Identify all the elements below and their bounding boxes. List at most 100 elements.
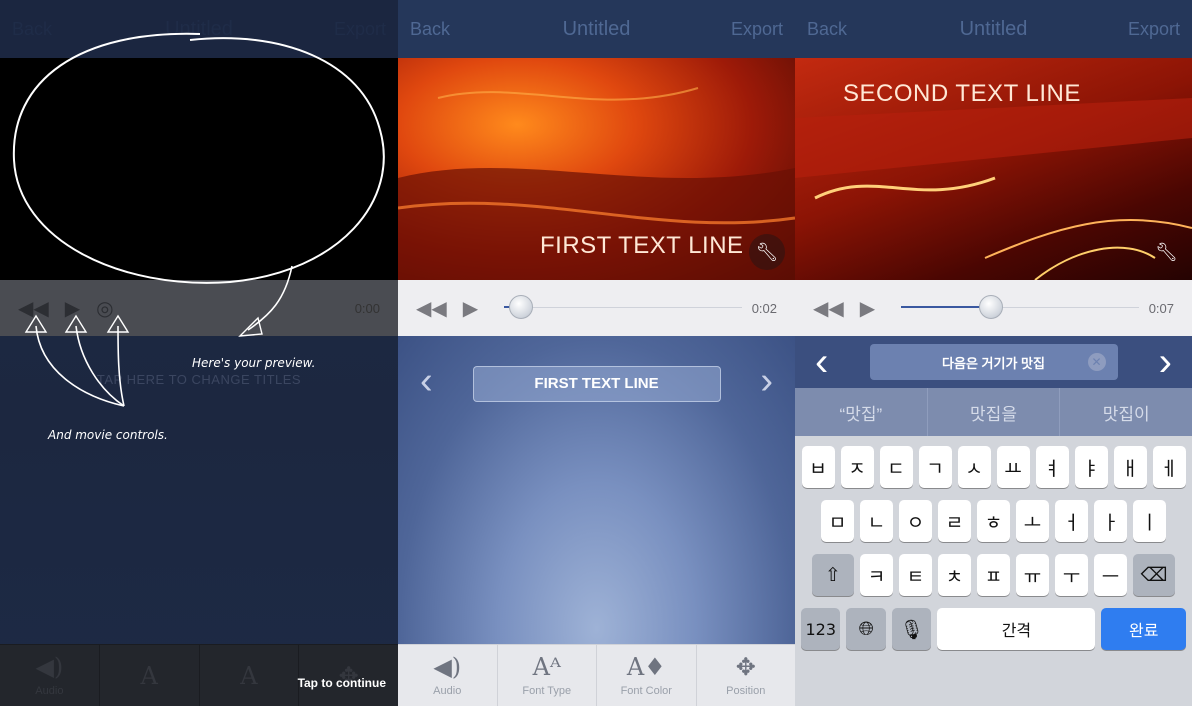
- key[interactable]: ㅋ: [860, 554, 893, 596]
- key[interactable]: ㄴ: [860, 500, 893, 542]
- tutorial-sketch: [12, 32, 385, 407]
- font-type-icon: A: [140, 661, 158, 690]
- speaker-icon: ◀): [35, 652, 64, 681]
- position-tool[interactable]: ✥ Position: [697, 645, 796, 706]
- preview-circle: [12, 32, 385, 284]
- tool-label: Audio: [35, 684, 64, 697]
- font-type-icon: Aᴬ: [532, 652, 561, 681]
- overlay-title[interactable]: FIRST TEXT LINE: [540, 232, 744, 260]
- nav-bar: Back Untitled Export: [795, 0, 1192, 58]
- movie-controls: ◀◀ ▶ 0:02: [398, 280, 795, 336]
- video-preview[interactable]: FIRST TEXT LINE 🔧︎: [398, 58, 795, 280]
- play-icon[interactable]: ▶: [860, 296, 875, 321]
- wrench-icon[interactable]: 🔧︎: [1155, 242, 1178, 263]
- shift-key[interactable]: ⇧: [812, 554, 854, 596]
- chevron-left-icon[interactable]: ‹: [420, 360, 433, 403]
- title-selector: ‹ FIRST TEXT LINE ›: [398, 360, 795, 402]
- scrub-bar[interactable]: [901, 295, 1139, 319]
- key-row-1: ㅂ ㅈ ㄷ ㄱ ㅅ ㅛ ㅕ ㅑ ㅐ ㅔ: [798, 446, 1189, 488]
- key[interactable]: ㅏ: [1094, 500, 1127, 542]
- back-button[interactable]: Back: [410, 19, 450, 40]
- space-key[interactable]: 간격: [937, 608, 1096, 650]
- speaker-icon: ◀): [433, 652, 462, 681]
- numbers-key[interactable]: 123: [801, 608, 841, 650]
- suggestion-item[interactable]: 맛집을: [928, 388, 1061, 436]
- key[interactable]: ㅗ: [1016, 500, 1049, 542]
- chevron-right-icon[interactable]: ›: [760, 360, 773, 403]
- key[interactable]: ㅕ: [1035, 446, 1069, 488]
- controls-arrow-2: [75, 325, 125, 407]
- font-color-tool[interactable]: A♦ Font Color: [597, 645, 697, 706]
- tutorial-panel: Back Untitled Export ◀◀ ▶ ◎ 0:00 TAP HER…: [0, 0, 398, 706]
- tool-label: Position: [726, 684, 766, 697]
- key[interactable]: ㄱ: [918, 446, 952, 488]
- video-preview[interactable]: SECOND TEXT LINE 🔧︎: [795, 58, 1192, 280]
- done-key[interactable]: 완료: [1101, 608, 1186, 650]
- rewind-icon[interactable]: ◀◀: [813, 296, 844, 321]
- key[interactable]: ㅇ: [899, 500, 932, 542]
- chevron-right-icon[interactable]: ›: [1159, 340, 1172, 385]
- title-field[interactable]: FIRST TEXT LINE: [472, 366, 721, 402]
- key-row-3: ⇧ ㅋ ㅌ ㅊ ㅍ ㅠ ㅜ ㅡ ⌫: [798, 554, 1189, 596]
- scrub-bar[interactable]: [504, 295, 742, 319]
- key[interactable]: ㅌ: [899, 554, 932, 596]
- title-edit-bar: ‹ 다음은 거기가 맛집 ✕ ›: [795, 336, 1192, 388]
- suggestion-bar: “맛집” 맛집을 맛집이: [795, 388, 1192, 436]
- key[interactable]: ㅠ: [1016, 554, 1049, 596]
- nav-bar: Back Untitled Export: [398, 0, 795, 58]
- globe-icon: 🌐︎: [858, 618, 874, 640]
- key[interactable]: ㅁ: [821, 500, 854, 542]
- controls-annotation: And movie controls.: [48, 428, 168, 442]
- clear-icon[interactable]: ✕: [1087, 353, 1106, 371]
- tool-bar: ◀) Audio Aᴬ Font Type A♦ Font Color ✥ Po…: [398, 644, 795, 706]
- key[interactable]: ㅐ: [1113, 446, 1147, 488]
- title-input[interactable]: 다음은 거기가 맛집 ✕: [869, 344, 1118, 380]
- key[interactable]: ㅓ: [1055, 500, 1088, 542]
- suggestion-item[interactable]: 맛집이: [1060, 388, 1192, 436]
- font-type-tool[interactable]: Aᴬ Font Type: [498, 645, 597, 706]
- globe-key[interactable]: 🌐︎: [846, 608, 886, 650]
- position-icon: ✥: [735, 652, 756, 681]
- backspace-icon: ⌫: [1140, 564, 1168, 586]
- dictation-key[interactable]: 🎙︎: [891, 608, 932, 650]
- key[interactable]: ㄹ: [938, 500, 971, 542]
- key[interactable]: ㅅ: [957, 446, 991, 488]
- key[interactable]: ㅂ: [801, 446, 835, 488]
- suggestion-item[interactable]: “맛집”: [795, 388, 928, 436]
- wrench-icon[interactable]: 🔧︎: [749, 234, 785, 270]
- key[interactable]: ㅎ: [977, 500, 1010, 542]
- key[interactable]: ㅣ: [1133, 500, 1166, 542]
- page-title: Untitled: [562, 17, 631, 40]
- title-editor-panel: Back Untitled Export FIRST TEXT LINE 🔧︎ …: [398, 0, 795, 706]
- key[interactable]: ㅜ: [1055, 554, 1088, 596]
- movie-controls: ◀◀ ▶ 0:07: [795, 280, 1192, 336]
- keyboard-edit-panel: Back Untitled Export SECOND TEXT LINE 🔧︎…: [795, 0, 1192, 706]
- key[interactable]: ㅡ: [1094, 554, 1127, 596]
- font-color-tool[interactable]: A: [200, 645, 300, 706]
- shift-icon: ⇧: [825, 564, 841, 586]
- scrub-knob[interactable]: [979, 295, 1004, 319]
- scrub-knob[interactable]: [508, 295, 533, 319]
- key[interactable]: ㅔ: [1152, 446, 1186, 488]
- key[interactable]: ㅑ: [1074, 446, 1108, 488]
- chevron-left-icon[interactable]: ‹: [815, 340, 828, 385]
- time-label: 0:02: [751, 300, 777, 316]
- key[interactable]: ㅍ: [977, 554, 1010, 596]
- rewind-icon[interactable]: ◀◀: [416, 296, 447, 321]
- audio-tool[interactable]: ◀) Audio: [398, 645, 498, 706]
- audio-tool[interactable]: ◀) Audio: [0, 645, 100, 706]
- key[interactable]: ㅈ: [840, 446, 874, 488]
- back-button[interactable]: Back: [807, 19, 847, 40]
- key[interactable]: ㄷ: [879, 446, 913, 488]
- key[interactable]: ㅛ: [996, 446, 1030, 488]
- preview-annotation: Here's your preview.: [192, 356, 316, 370]
- delete-key[interactable]: ⌫: [1133, 554, 1175, 596]
- export-button[interactable]: Export: [731, 19, 783, 40]
- play-icon[interactable]: ▶: [463, 296, 478, 321]
- scrub-fill: [901, 306, 992, 308]
- font-type-tool[interactable]: A: [100, 645, 200, 706]
- tap-to-continue-button[interactable]: Tap to continue: [298, 676, 386, 690]
- key[interactable]: ㅊ: [938, 554, 971, 596]
- overlay-title[interactable]: SECOND TEXT LINE: [843, 80, 1081, 108]
- export-button[interactable]: Export: [1128, 19, 1180, 40]
